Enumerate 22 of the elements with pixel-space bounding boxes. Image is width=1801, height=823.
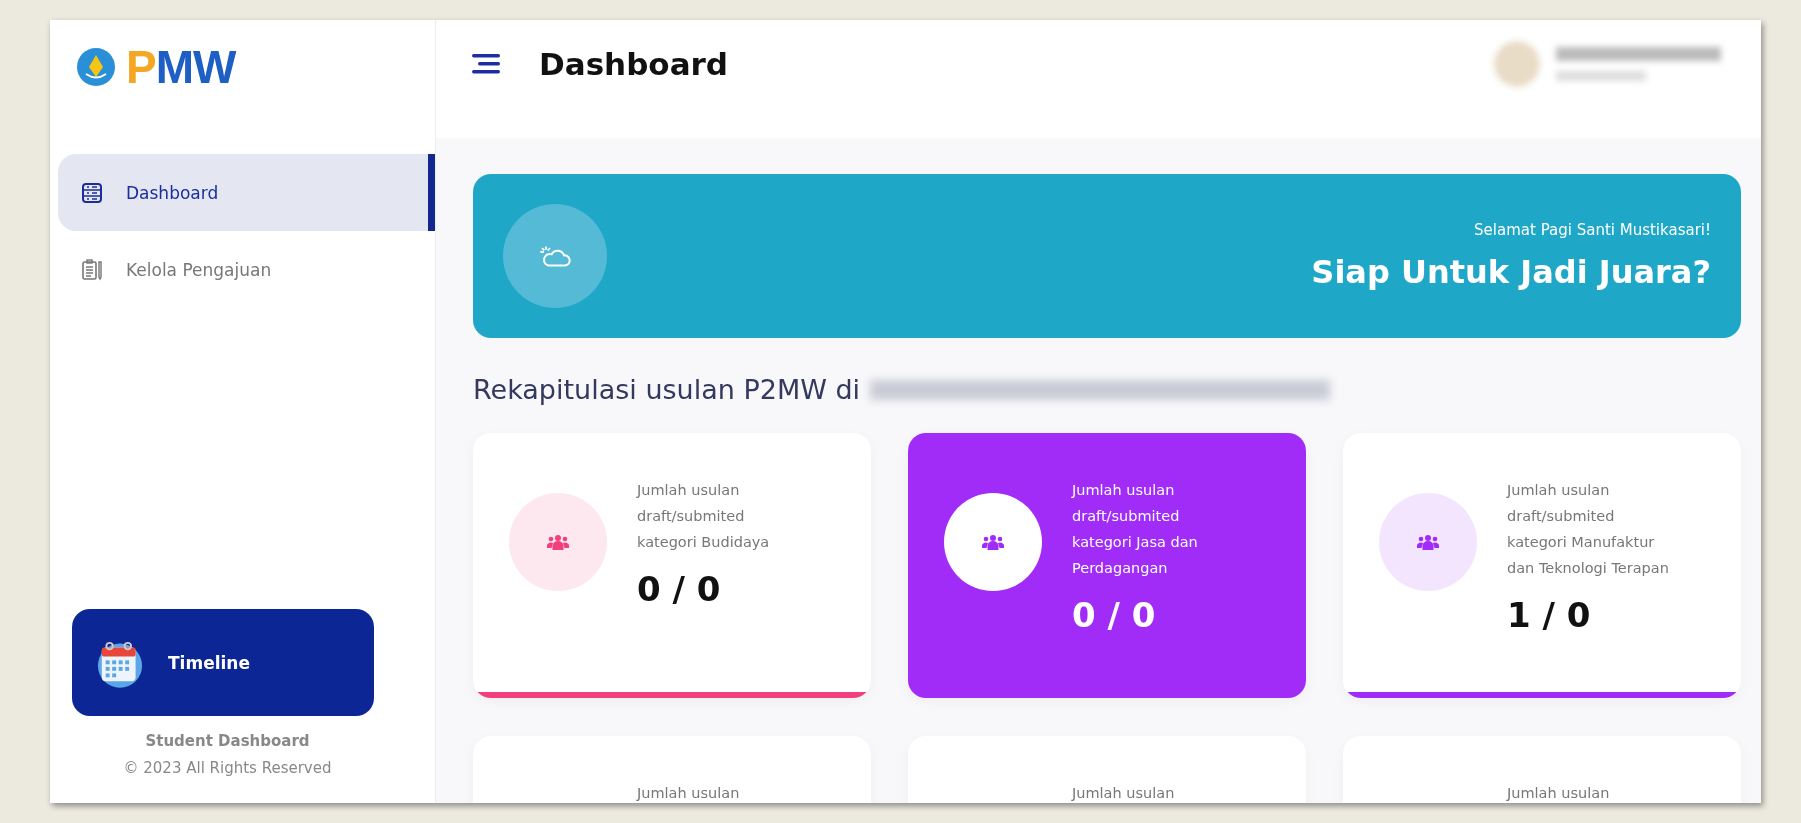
footer-title: Student Dashboard [145, 732, 310, 750]
greeting-text: Selamat Pagi Santi Mustikasari! [1474, 221, 1711, 239]
timeline-button[interactable]: Timeline [72, 609, 374, 716]
copyright-text: © 2023 All Rights Reserved [123, 759, 332, 777]
card-label: Jumlah usulan draft/submited kategori Manufaktur dan Teknologi Terapan [1507, 481, 1670, 578]
clipboard-icon [80, 257, 104, 282]
emblem-logo-icon [76, 47, 116, 87]
page-title: Dashboard [539, 46, 729, 82]
card-label: Jumlah usulan [1507, 784, 1610, 803]
banner-headline: Siap Untuk Jadi Juara? [1311, 253, 1711, 291]
card-label: Jumlah usulan [1072, 784, 1175, 803]
brand-logo: PMW [126, 40, 236, 94]
card-label: Jumlah usulan [637, 784, 740, 803]
card-label: Jumlah usulan draft/submited kategori Jasa dan Perdagangan [1072, 481, 1199, 578]
dashboard-icon [80, 180, 104, 205]
card-label: Jumlah usulan draft/submited kategori Budidaya [637, 481, 771, 552]
card-count: 1 / 0 [1507, 595, 1592, 635]
card-count: 0 / 0 [1072, 595, 1157, 635]
section-title: Rekapitulasi usulan P2MW di [473, 374, 861, 405]
card-count: 0 / 0 [637, 569, 722, 609]
nav-item[interactable]: Kelola Pengajuan [58, 231, 435, 308]
nav-item[interactable]: Dashboard [58, 154, 435, 231]
